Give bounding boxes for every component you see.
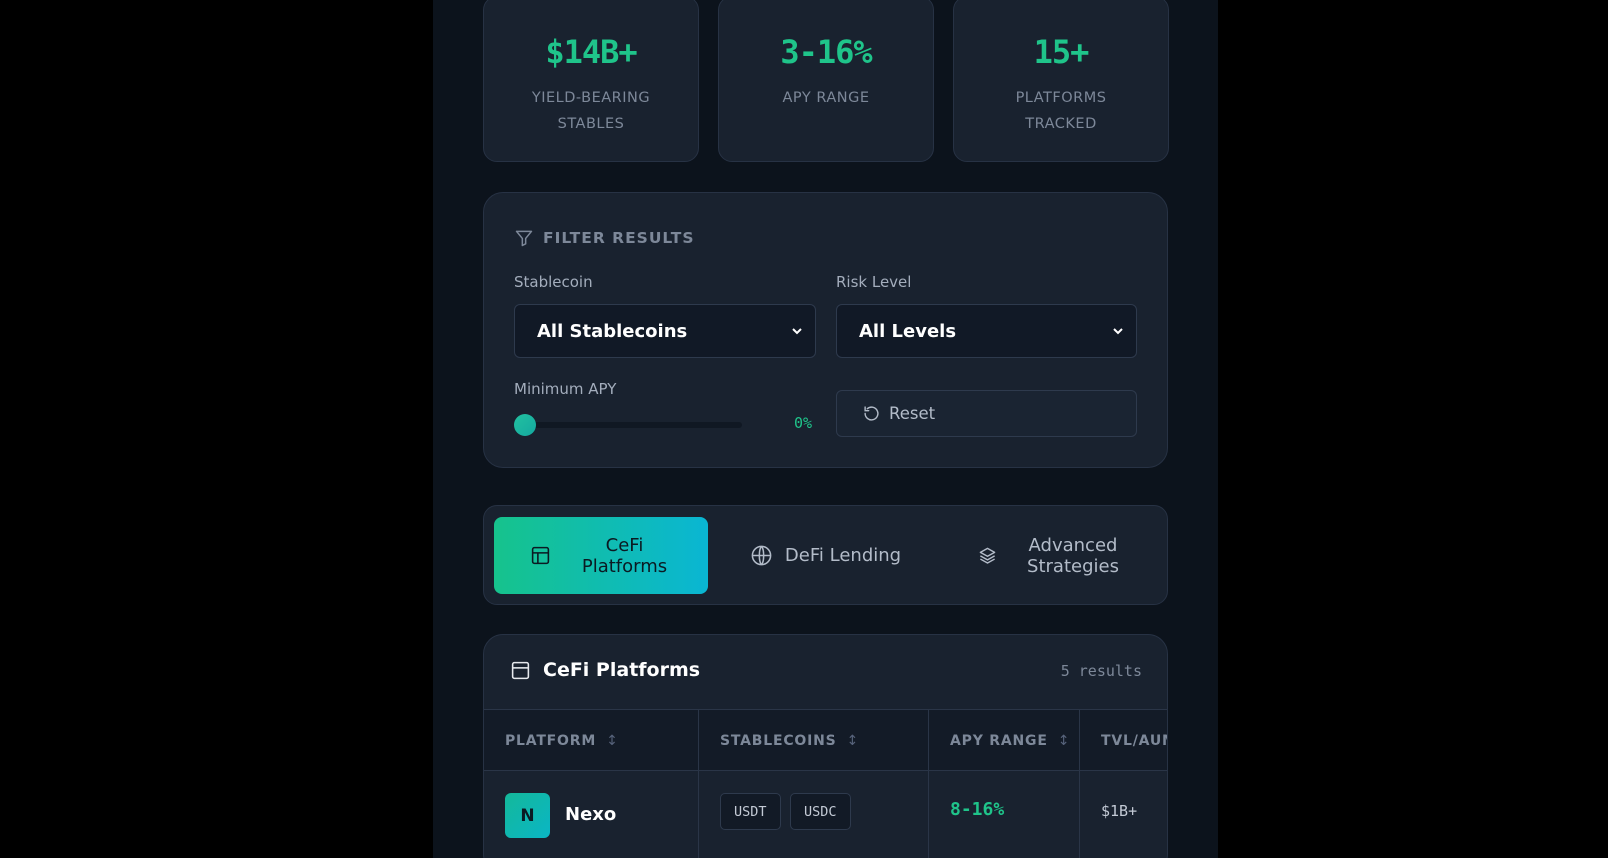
stat-label: PLATFORMS TRACKED bbox=[1015, 90, 1107, 132]
reset-button[interactable]: Reset bbox=[836, 390, 1137, 437]
stat-card-platforms: 15+ PLATFORMS TRACKED bbox=[953, 0, 1169, 162]
filter-icon bbox=[515, 230, 533, 247]
sort-icon: ↕ bbox=[1057, 733, 1071, 749]
stablecoins-cell: USDT USDC bbox=[699, 771, 929, 858]
chevron-down-icon bbox=[1113, 328, 1123, 335]
tab-cefi-platforms[interactable]: CeFi Platforms bbox=[494, 517, 708, 594]
risk-level-label: Risk Level bbox=[836, 273, 912, 291]
tvl-value: $1B+ bbox=[1101, 802, 1138, 820]
window-icon bbox=[511, 661, 530, 679]
layout-icon bbox=[531, 546, 549, 565]
column-header-platform[interactable]: PLATFORM ↕ bbox=[484, 710, 699, 772]
platform-avatar: N bbox=[505, 793, 550, 838]
stablecoin-chip: USDT bbox=[720, 793, 781, 830]
column-header-label: APY RANGE bbox=[950, 733, 1048, 749]
stat-value: 3-16% bbox=[780, 33, 872, 71]
apy-value: 8-16% bbox=[950, 799, 1005, 820]
app-container: $14B+ YIELD-BEARING STABLES 3-16% APY RA… bbox=[433, 0, 1218, 858]
filter-title: FILTER RESULTS bbox=[514, 228, 694, 248]
risk-level-select[interactable]: All Levels bbox=[836, 304, 1137, 358]
column-header-stablecoins[interactable]: STABLECOINS ↕ bbox=[699, 710, 929, 772]
globe-icon bbox=[751, 545, 772, 566]
tvl-cell: $1B+ bbox=[1080, 771, 1167, 858]
min-apy-label: Minimum APY bbox=[514, 380, 617, 398]
stat-card-apy-range: 3-16% APY RANGE bbox=[718, 0, 934, 162]
tab-label: CeFi Platforms bbox=[581, 534, 668, 577]
reset-label: Reset bbox=[889, 404, 936, 423]
min-apy-slider[interactable] bbox=[514, 414, 742, 436]
min-apy-value: 0% bbox=[794, 414, 813, 432]
category-tabs: CeFi Platforms DeFi Lending Advanced Str… bbox=[483, 505, 1168, 605]
sort-icon: ↕ bbox=[606, 733, 619, 749]
layers-icon bbox=[979, 547, 996, 564]
tab-defi-lending[interactable]: DeFi Lending bbox=[718, 517, 933, 594]
chevron-down-icon bbox=[792, 328, 802, 335]
tab-label: Advanced Strategies bbox=[1027, 534, 1119, 577]
table-title-text: CeFi Platforms bbox=[543, 659, 701, 681]
column-header-tvl[interactable]: TVL/AUM bbox=[1080, 710, 1167, 772]
column-header-label: TVL/AUM bbox=[1101, 733, 1167, 749]
table-row[interactable]: N Nexo USDT USDC 8-16% $1B+ bbox=[484, 771, 1167, 858]
platform-name: Nexo bbox=[565, 804, 617, 825]
risk-level-select-value: All Levels bbox=[859, 320, 957, 342]
stablecoin-label: Stablecoin bbox=[514, 273, 593, 291]
stat-card-yield-stables: $14B+ YIELD-BEARING STABLES bbox=[483, 0, 699, 162]
reset-icon bbox=[864, 406, 879, 421]
apy-cell: 8-16% bbox=[929, 771, 1080, 858]
results-table-card: CeFi Platforms 5 results PLATFORM ↕ STAB… bbox=[483, 634, 1168, 858]
tab-advanced-strategies[interactable]: Advanced Strategies bbox=[943, 517, 1158, 594]
stablecoin-select[interactable]: All Stablecoins bbox=[514, 304, 816, 358]
stat-value: $14B+ bbox=[545, 33, 637, 71]
results-count: 5 results bbox=[1060, 662, 1142, 680]
tab-label: DeFi Lending bbox=[784, 545, 902, 566]
column-header-apy-range[interactable]: APY RANGE ↕ bbox=[929, 710, 1080, 772]
table-header-row: PLATFORM ↕ STABLECOINS ↕ APY RANGE ↕ TVL… bbox=[484, 709, 1167, 772]
stablecoin-chip: USDC bbox=[790, 793, 851, 830]
stat-value: 15+ bbox=[1033, 33, 1090, 71]
stat-label: YIELD-BEARING STABLES bbox=[531, 90, 651, 132]
filter-title-text: FILTER RESULTS bbox=[543, 229, 695, 247]
slider-thumb[interactable] bbox=[514, 414, 536, 436]
column-header-label: STABLECOINS bbox=[720, 733, 837, 749]
column-header-label: PLATFORM bbox=[505, 733, 597, 749]
stablecoin-select-value: All Stablecoins bbox=[537, 320, 688, 342]
platform-cell: N Nexo bbox=[484, 771, 699, 858]
stat-label: APY RANGE bbox=[782, 90, 870, 106]
sort-icon: ↕ bbox=[846, 733, 860, 749]
filter-panel: FILTER RESULTS Stablecoin All Stablecoin… bbox=[483, 192, 1168, 468]
table-title: CeFi Platforms bbox=[510, 659, 700, 681]
